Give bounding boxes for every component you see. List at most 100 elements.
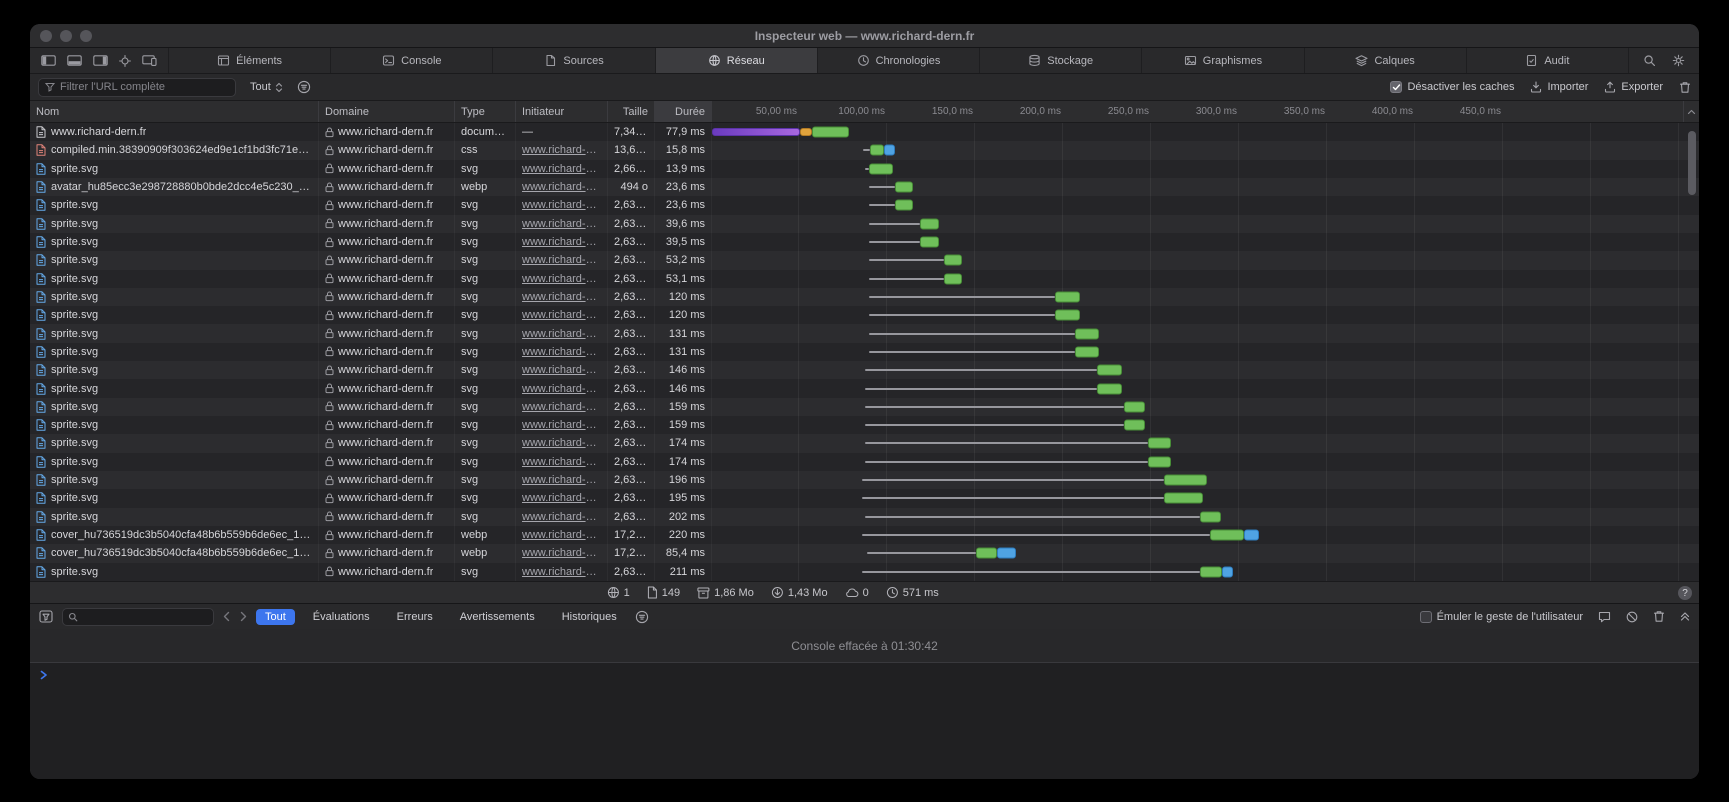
table-row[interactable]: sprite.svgwww.richard-dern.frsvgwww.rich… <box>30 434 1699 452</box>
tab-elements[interactable]: Éléments <box>168 48 330 73</box>
request-name[interactable]: cover_hu736519dc3b5040cfa48b6b559b6de6ec… <box>30 544 319 562</box>
device-icon[interactable] <box>142 55 157 66</box>
emulate-user-gesture-toggle[interactable]: Émuler le geste de l'utilisateur <box>1420 611 1583 623</box>
request-initiator[interactable]: www.richard-d… <box>516 215 608 233</box>
table-row[interactable]: sprite.svgwww.richard-dern.frsvgwww.rich… <box>30 160 1699 178</box>
table-row[interactable]: sprite.svgwww.richard-dern.frsvgwww.rich… <box>30 306 1699 324</box>
request-initiator[interactable]: www.richard-d… <box>516 270 608 288</box>
chevron-left-icon[interactable] <box>223 611 230 622</box>
request-initiator[interactable]: www.richard-d… <box>516 141 608 159</box>
zoom-window-button[interactable] <box>80 30 92 42</box>
help-button[interactable]: ? <box>1678 586 1692 600</box>
request-initiator[interactable]: www.richard-d… <box>516 471 608 489</box>
console-tab-avertissements[interactable]: Avertissements <box>451 609 544 625</box>
dock-left-icon[interactable] <box>41 55 56 66</box>
chevron-right-icon[interactable] <box>240 611 247 622</box>
tab-graphismes[interactable]: Graphismes <box>1141 48 1303 73</box>
request-name[interactable]: sprite.svg <box>30 270 319 288</box>
column-header-nom[interactable]: Nom <box>30 101 319 122</box>
tab-audit[interactable]: Audit <box>1466 48 1628 73</box>
tab-reseau[interactable]: Réseau <box>655 48 817 73</box>
request-name[interactable]: compiled.min.38390909f303624ed9e1cf1bd3f… <box>30 141 319 159</box>
table-row[interactable]: sprite.svgwww.richard-dern.frsvgwww.rich… <box>30 251 1699 269</box>
table-row[interactable]: www.richard-dern.frwww.richard-dern.frdo… <box>30 123 1699 141</box>
tab-chronologies[interactable]: Chronologies <box>817 48 979 73</box>
table-row[interactable]: sprite.svgwww.richard-dern.frsvgwww.rich… <box>30 508 1699 526</box>
table-row[interactable]: sprite.svgwww.richard-dern.frsvgwww.rich… <box>30 416 1699 434</box>
request-name[interactable]: sprite.svg <box>30 508 319 526</box>
close-window-button[interactable] <box>40 30 52 42</box>
table-row[interactable]: sprite.svgwww.richard-dern.frsvgwww.rich… <box>30 288 1699 306</box>
trash-icon[interactable] <box>1653 610 1665 623</box>
request-name[interactable]: www.richard-dern.fr <box>30 123 319 141</box>
request-initiator[interactable]: www.richard-d… <box>516 196 608 214</box>
scroll-top-button[interactable] <box>1683 101 1699 122</box>
table-row[interactable]: avatar_hu85ecc3e298728880b0bde2dcc4e5c23… <box>30 178 1699 196</box>
request-name[interactable]: avatar_hu85ecc3e298728880b0bde2dcc4e5c23… <box>30 178 319 196</box>
table-row[interactable]: sprite.svgwww.richard-dern.frsvgwww.rich… <box>30 489 1699 507</box>
request-initiator[interactable]: www.richard-d… <box>516 306 608 324</box>
request-initiator[interactable]: www.richard-d… <box>516 563 608 581</box>
disable-caches-toggle[interactable]: Désactiver les caches <box>1390 81 1514 93</box>
console-search-input[interactable] <box>62 608 214 626</box>
request-initiator[interactable]: www.richard-d… <box>516 361 608 379</box>
table-row[interactable]: sprite.svgwww.richard-dern.frsvgwww.rich… <box>30 563 1699 581</box>
request-initiator[interactable]: www.richard-d… <box>516 489 608 507</box>
filter-options-icon[interactable] <box>297 80 311 94</box>
tab-stockage[interactable]: Stockage <box>979 48 1141 73</box>
request-name[interactable]: sprite.svg <box>30 306 319 324</box>
column-header-initiateur[interactable]: Initiateur <box>516 101 608 122</box>
minimize-window-button[interactable] <box>60 30 72 42</box>
request-initiator[interactable]: www.richard-d… <box>516 324 608 342</box>
request-initiator[interactable]: www.richard-d… <box>516 416 608 434</box>
table-row[interactable]: sprite.svgwww.richard-dern.frsvgwww.rich… <box>30 398 1699 416</box>
tab-calques[interactable]: Calques <box>1304 48 1466 73</box>
tab-console[interactable]: Console <box>330 48 492 73</box>
request-initiator[interactable]: www.richard-d… <box>516 379 608 397</box>
request-initiator[interactable]: www.richard-d… <box>516 544 608 562</box>
request-initiator[interactable]: www.richard-d… <box>516 160 608 178</box>
request-initiator[interactable]: www.richard-d… <box>516 508 608 526</box>
table-row[interactable]: sprite.svgwww.richard-dern.frsvgwww.rich… <box>30 453 1699 471</box>
request-initiator[interactable]: www.richard-d… <box>516 343 608 361</box>
request-name[interactable]: sprite.svg <box>30 489 319 507</box>
request-initiator[interactable]: www.richard-d… <box>516 251 608 269</box>
request-name[interactable]: sprite.svg <box>30 215 319 233</box>
resource-type-select[interactable]: Tout <box>246 81 287 93</box>
column-header-duree[interactable]: Durée <box>655 101 712 122</box>
request-initiator[interactable]: www.richard-d… <box>516 398 608 416</box>
collapse-console-icon[interactable] <box>1680 611 1690 622</box>
table-row[interactable]: cover_hu736519dc3b5040cfa48b6b559b6de6ec… <box>30 526 1699 544</box>
dock-bottom-icon[interactable] <box>67 55 82 66</box>
request-initiator[interactable]: www.richard-d… <box>516 288 608 306</box>
request-name[interactable]: sprite.svg <box>30 196 319 214</box>
table-row[interactable]: sprite.svgwww.richard-dern.frsvgwww.rich… <box>30 379 1699 397</box>
search-icon[interactable] <box>1643 54 1656 67</box>
console-prompt[interactable] <box>30 663 1699 687</box>
request-name[interactable]: sprite.svg <box>30 343 319 361</box>
import-button[interactable]: Importer <box>1530 81 1588 93</box>
table-row[interactable]: sprite.svgwww.richard-dern.frsvgwww.rich… <box>30 343 1699 361</box>
column-header-taille[interactable]: Taille <box>608 101 655 122</box>
request-initiator[interactable]: www.richard-d… <box>516 178 608 196</box>
table-row[interactable]: sprite.svgwww.richard-dern.frsvgwww.rich… <box>30 471 1699 489</box>
request-name[interactable]: sprite.svg <box>30 361 319 379</box>
export-button[interactable]: Exporter <box>1604 81 1663 93</box>
request-initiator[interactable]: www.richard-d… <box>516 233 608 251</box>
console-input-area[interactable] <box>30 687 1699 779</box>
table-row[interactable]: sprite.svgwww.richard-dern.frsvgwww.rich… <box>30 215 1699 233</box>
request-initiator[interactable]: www.richard-d… <box>516 434 608 452</box>
tab-sources[interactable]: Sources <box>492 48 654 73</box>
request-name[interactable]: sprite.svg <box>30 563 319 581</box>
console-tab-erreurs[interactable]: Erreurs <box>388 609 442 625</box>
request-name[interactable]: sprite.svg <box>30 288 319 306</box>
table-row[interactable]: compiled.min.38390909f303624ed9e1cf1bd3f… <box>30 141 1699 159</box>
request-name[interactable]: sprite.svg <box>30 453 319 471</box>
request-initiator[interactable]: www.richard-d… <box>516 453 608 471</box>
request-name[interactable]: sprite.svg <box>30 233 319 251</box>
column-header-domaine[interactable]: Domaine <box>319 101 455 122</box>
gear-icon[interactable] <box>1672 54 1685 67</box>
table-row[interactable]: sprite.svgwww.richard-dern.frsvgwww.rich… <box>30 196 1699 214</box>
table-row[interactable]: sprite.svgwww.richard-dern.frsvgwww.rich… <box>30 270 1699 288</box>
request-name[interactable]: sprite.svg <box>30 416 319 434</box>
